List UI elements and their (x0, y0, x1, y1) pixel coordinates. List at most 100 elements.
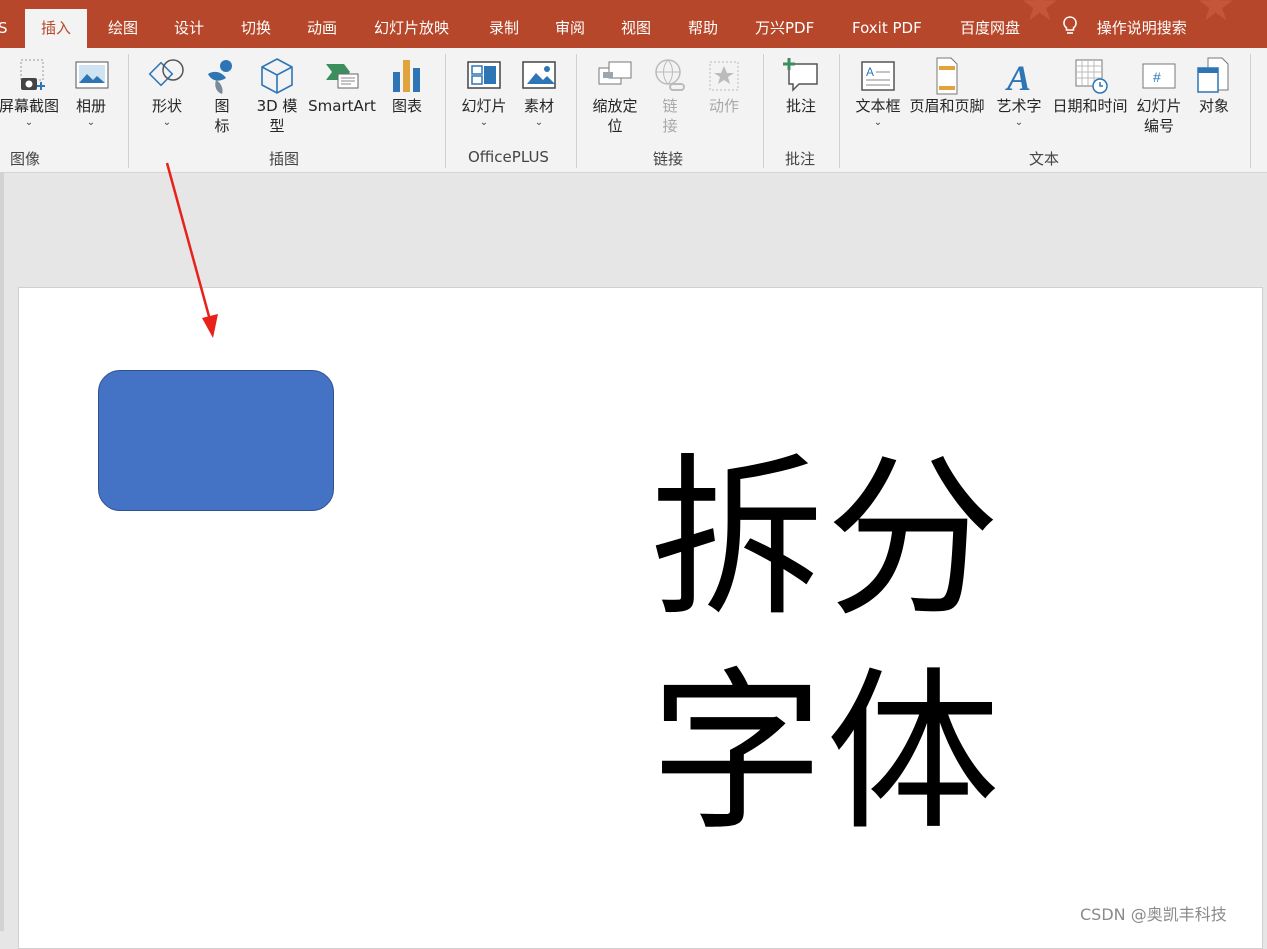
textbox-button[interactable]: A 文本框 ⌄ (852, 56, 904, 128)
screenshot-button[interactable]: 屏幕截图 ⌄ (0, 56, 64, 128)
3d-models-label-line1: 3D 模 (256, 97, 298, 115)
link-label-line2: 接 (662, 117, 678, 135)
group-label-text: 文本 (1029, 150, 1060, 168)
comment-label: 批注 (785, 97, 816, 115)
link-button[interactable]: 链 接 (648, 56, 692, 136)
group-label-links: 链接 (653, 150, 684, 168)
icons-label-line2: 标 (214, 117, 230, 135)
zoom-label-line2: 位 (607, 117, 623, 135)
photo-album-icon (75, 61, 109, 89)
slide-number-label-line1: 幻灯片 (1136, 97, 1182, 115)
zoom-label-line1: 缩放定 (592, 97, 638, 115)
object-button[interactable]: 对象 (1192, 56, 1236, 116)
tab-transitions[interactable]: 切换 (241, 0, 271, 48)
slides-icon (467, 61, 501, 89)
wordart-icon: A (1005, 58, 1031, 96)
slide-number-icon: # (1142, 63, 1176, 89)
group-divider (839, 54, 840, 168)
object-label: 对象 (1198, 97, 1229, 115)
smartart-label: SmartArt (308, 97, 376, 115)
textbox-label: 文本框 (855, 97, 901, 115)
group-label-officeplus: OfficePLUS (468, 148, 549, 166)
group-divider (763, 54, 764, 168)
photo-album-button[interactable]: 相册 ⌄ (66, 56, 116, 128)
tab-wondershare-pdf[interactable]: 万兴PDF (755, 0, 814, 48)
3d-models-label-line2: 型 (269, 117, 285, 135)
group-divider (445, 54, 446, 168)
group-label-images: 图像 (10, 150, 41, 168)
header-footer-button[interactable]: 页眉和页脚 (906, 56, 988, 116)
shapes-icon (148, 59, 184, 87)
chevron-down-icon: ⌄ (86, 117, 96, 128)
group-label-illustrations: 插图 (269, 150, 300, 168)
slides-button[interactable]: 幻灯片 ⌄ (458, 56, 510, 128)
lightbulb-icon (1063, 16, 1077, 34)
header-footer-label: 页眉和页脚 (909, 97, 985, 115)
ribbon-tab-bar: ★ ★ S 插入 绘图 设计 切换 动画 幻灯片放映 录制 审阅 视图 帮助 万… (0, 0, 1267, 48)
image-icon (522, 61, 556, 89)
header-footer-icon (936, 57, 958, 95)
zoom-icon (598, 61, 632, 85)
calendar-icon (1075, 59, 1108, 94)
screenshot-icon (20, 59, 45, 90)
chevron-down-icon: ⌄ (534, 117, 544, 128)
svg-text:A: A (866, 65, 874, 79)
date-time-button[interactable]: 日期和时间 (1048, 56, 1132, 116)
material-button[interactable]: 素材 ⌄ (516, 56, 562, 128)
tell-me-search[interactable]: 操作说明搜索 (1060, 0, 1187, 48)
tab-foxit-pdf[interactable]: Foxit PDF (852, 0, 922, 48)
photo-album-label: 相册 (75, 97, 106, 115)
star-icon (709, 61, 739, 91)
textbox-icon: A (861, 61, 895, 91)
date-time-label: 日期和时间 (1052, 97, 1128, 115)
tab-slideshow[interactable]: 幻灯片放映 (374, 0, 449, 48)
3d-models-button[interactable]: 3D 模 型 (252, 56, 302, 136)
action-button[interactable]: 动作 (702, 56, 746, 116)
chevron-down-icon: ⌄ (24, 117, 34, 128)
chevron-down-icon: ⌄ (162, 117, 172, 128)
tell-me-label: 操作说明搜索 (1096, 19, 1187, 37)
chart-icon (393, 60, 420, 92)
comment-button[interactable]: 批注 (778, 56, 824, 116)
icons-button[interactable]: 图 标 (200, 56, 244, 136)
material-label: 素材 (523, 97, 554, 115)
shapes-button[interactable]: 形状 ⌄ (142, 56, 192, 128)
slides-label: 幻灯片 (461, 97, 507, 115)
icons-label-line1: 图 (214, 97, 230, 115)
action-label: 动作 (708, 97, 739, 115)
smartart-icon (326, 64, 359, 89)
icons-icon (208, 60, 232, 94)
decorative-star-icon: ★ (1020, 0, 1060, 31)
watermark-text: CSDN @奥凯丰科技 (1080, 905, 1227, 924)
link-icon (655, 59, 685, 91)
zoom-button[interactable]: 缩放定 位 (588, 56, 642, 136)
slide-text-line-1[interactable]: 拆分 (650, 450, 1010, 630)
link-label-line1: 链 (662, 97, 678, 115)
tab-view[interactable]: 视图 (621, 0, 651, 48)
chart-button[interactable]: 图表 (386, 56, 428, 116)
group-divider (1250, 54, 1251, 168)
chevron-down-icon: ⌄ (873, 117, 883, 128)
tab-baidu-netdisk[interactable]: 百度网盘 (960, 0, 1020, 48)
wordart-button[interactable]: A 艺术字 ⌄ (992, 56, 1046, 128)
tab-design[interactable]: 设计 (174, 0, 204, 48)
tab-review[interactable]: 审阅 (555, 0, 585, 48)
tab-insert[interactable]: 插入 (25, 9, 88, 48)
tab-record[interactable]: 录制 (489, 0, 519, 48)
slide-text-line-2[interactable]: 字体 (650, 664, 1010, 844)
object-icon (1197, 57, 1229, 93)
tab-partial[interactable]: S (0, 0, 8, 48)
rounded-rectangle-shape[interactable] (98, 370, 334, 511)
tab-help[interactable]: 帮助 (688, 0, 718, 48)
screenshot-label: 屏幕截图 (0, 97, 59, 115)
chevron-down-icon: ⌄ (479, 117, 489, 128)
group-divider (128, 54, 129, 168)
slide-number-button[interactable]: # 幻灯片 编号 (1134, 56, 1184, 136)
svg-text:A: A (1005, 58, 1031, 96)
tab-animations[interactable]: 动画 (307, 0, 337, 48)
smartart-button[interactable]: SmartArt (306, 56, 378, 116)
thumbnail-pane-edge[interactable] (0, 173, 4, 931)
tab-draw[interactable]: 绘图 (108, 0, 138, 48)
shapes-label: 形状 (151, 97, 182, 115)
chart-label: 图表 (391, 97, 422, 115)
